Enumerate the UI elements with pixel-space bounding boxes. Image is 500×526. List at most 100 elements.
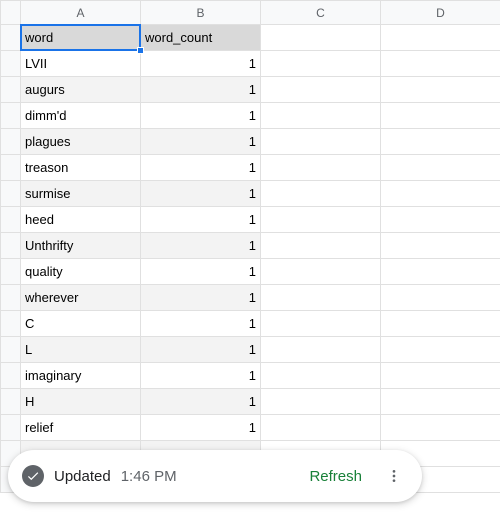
toast-timestamp: 1:46 PM (121, 468, 177, 485)
cell[interactable]: 1 (141, 389, 261, 415)
row-number[interactable] (1, 389, 21, 415)
cell[interactable]: 1 (141, 129, 261, 155)
column-header-c[interactable]: C (261, 1, 381, 25)
cell[interactable]: C (21, 311, 141, 337)
cell[interactable] (381, 103, 500, 129)
cell[interactable] (381, 363, 500, 389)
cell[interactable]: 1 (141, 77, 261, 103)
table-row: surmise 1 (1, 181, 500, 207)
cell[interactable] (381, 181, 500, 207)
row-number[interactable] (1, 77, 21, 103)
cell[interactable] (261, 129, 381, 155)
row-number[interactable] (1, 233, 21, 259)
cell-b1[interactable]: word_count (141, 25, 261, 51)
cell[interactable]: 1 (141, 181, 261, 207)
cell[interactable]: Unthrifty (21, 233, 141, 259)
row-number[interactable] (1, 363, 21, 389)
row-number[interactable] (1, 259, 21, 285)
toast-status-label: Updated (54, 468, 111, 485)
table-row: treason 1 (1, 155, 500, 181)
cell[interactable] (381, 207, 500, 233)
cell[interactable]: wherever (21, 285, 141, 311)
table-row: relief 1 (1, 415, 500, 441)
row-number[interactable] (1, 129, 21, 155)
cell[interactable]: treason (21, 155, 141, 181)
cell[interactable] (381, 51, 500, 77)
cell[interactable]: 1 (141, 311, 261, 337)
cell[interactable] (381, 389, 500, 415)
cell[interactable] (381, 233, 500, 259)
row-number[interactable] (1, 103, 21, 129)
row-number[interactable] (1, 415, 21, 441)
column-header-row: A B C D (1, 1, 500, 25)
cell[interactable] (381, 311, 500, 337)
cell[interactable]: 1 (141, 337, 261, 363)
cell[interactable] (381, 155, 500, 181)
cell[interactable]: relief (21, 415, 141, 441)
cell[interactable]: LVII (21, 51, 141, 77)
column-header-a[interactable]: A (21, 1, 141, 25)
fill-handle[interactable] (137, 47, 144, 54)
cell[interactable] (261, 259, 381, 285)
cell[interactable] (381, 259, 500, 285)
cell[interactable] (261, 207, 381, 233)
cell[interactable] (261, 415, 381, 441)
more-options-button[interactable] (380, 462, 408, 490)
column-header-b[interactable]: B (141, 1, 261, 25)
cell[interactable] (261, 233, 381, 259)
cell[interactable]: 1 (141, 207, 261, 233)
cell[interactable]: 1 (141, 363, 261, 389)
cell-d1[interactable] (381, 25, 500, 51)
cell[interactable]: 1 (141, 155, 261, 181)
cell[interactable] (261, 389, 381, 415)
cell[interactable]: 1 (141, 285, 261, 311)
cell[interactable]: 1 (141, 415, 261, 441)
cell[interactable]: dimm'd (21, 103, 141, 129)
table-row: imaginary 1 (1, 363, 500, 389)
cell[interactable]: 1 (141, 51, 261, 77)
cell[interactable] (381, 415, 500, 441)
row-number[interactable] (1, 181, 21, 207)
row-number[interactable] (1, 311, 21, 337)
cell[interactable]: L (21, 337, 141, 363)
cell[interactable]: quality (21, 259, 141, 285)
cell[interactable]: augurs (21, 77, 141, 103)
cell[interactable] (261, 77, 381, 103)
cell[interactable] (261, 181, 381, 207)
row-number[interactable] (1, 155, 21, 181)
row-number[interactable] (1, 285, 21, 311)
cell[interactable]: heed (21, 207, 141, 233)
cell[interactable] (381, 77, 500, 103)
cell[interactable] (381, 129, 500, 155)
column-header-d[interactable]: D (381, 1, 500, 25)
cell[interactable] (381, 285, 500, 311)
cell-c1[interactable] (261, 25, 381, 51)
cell[interactable] (261, 155, 381, 181)
cell[interactable]: plagues (21, 129, 141, 155)
spreadsheet-grid[interactable]: A B C D word word_count LVII 1 augurs 1 … (0, 0, 500, 493)
table-row: augurs 1 (1, 77, 500, 103)
row-number[interactable] (1, 51, 21, 77)
refresh-button[interactable]: Refresh (309, 468, 362, 485)
cell[interactable] (381, 337, 500, 363)
cell[interactable] (261, 285, 381, 311)
check-icon (22, 465, 44, 487)
cell[interactable]: surmise (21, 181, 141, 207)
cell[interactable]: H (21, 389, 141, 415)
row-number[interactable] (1, 25, 21, 51)
select-all-corner[interactable] (1, 1, 21, 25)
cell[interactable]: 1 (141, 259, 261, 285)
cell[interactable] (261, 51, 381, 77)
cell[interactable] (261, 311, 381, 337)
cell[interactable] (261, 363, 381, 389)
table-row: wherever 1 (1, 285, 500, 311)
row-number[interactable] (1, 207, 21, 233)
cell[interactable]: 1 (141, 233, 261, 259)
cell[interactable]: 1 (141, 103, 261, 129)
table-row: L 1 (1, 337, 500, 363)
cell-a1[interactable]: word (21, 25, 141, 51)
row-number[interactable] (1, 337, 21, 363)
cell[interactable] (261, 337, 381, 363)
cell[interactable]: imaginary (21, 363, 141, 389)
cell[interactable] (261, 103, 381, 129)
